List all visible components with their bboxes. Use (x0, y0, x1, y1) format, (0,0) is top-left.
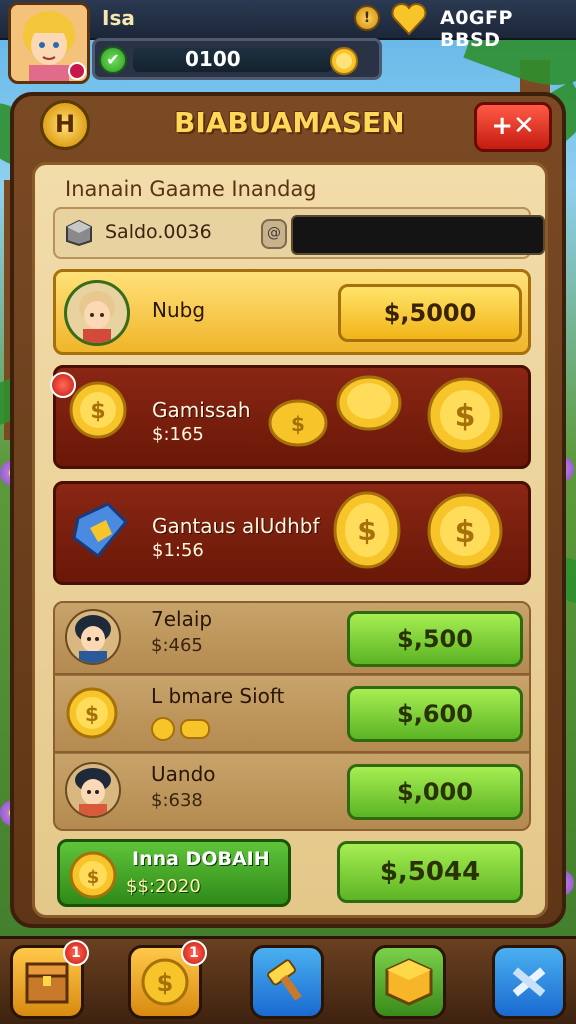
panel-title: BIABUAMASEN (174, 106, 405, 139)
player-portrait-icon (11, 5, 87, 81)
svg-text:$: $ (291, 412, 305, 436)
gem-box-icon (72, 502, 129, 559)
character-name: L bmare Sioft (151, 684, 285, 708)
hammer-icon (267, 959, 302, 1001)
offer-name: Gantaus alUdhbf (152, 514, 320, 538)
nav-badge: 1 (181, 940, 207, 966)
coin-icon: $ (427, 493, 503, 569)
offer-name: Gamissah (152, 398, 251, 422)
nav-box-button[interactable] (372, 945, 446, 1019)
buy-button[interactable]: $,600 (347, 686, 523, 742)
bundle-card[interactable]: $ Inna DOBAIH $$:2020 (57, 839, 291, 907)
character-name: 7elaip (151, 607, 213, 631)
svg-text:$: $ (157, 969, 174, 997)
offer-row-featured[interactable]: Nubg $,5000 (53, 269, 531, 355)
character-portrait-icon (75, 768, 111, 816)
offer-name: Nubg (152, 298, 206, 322)
avatar (65, 762, 121, 818)
buy-button[interactable]: $,500 (347, 611, 523, 667)
nav-chest-button[interactable]: 1 (10, 940, 89, 1019)
heart-icon (391, 3, 427, 36)
offer-row-coins[interactable]: $ Gamissah $:165 $ $ (50, 365, 531, 469)
buy-button[interactable]: $,5000 (338, 284, 522, 342)
character-sub: $:638 (151, 790, 203, 811)
coin-icon: $ (333, 491, 401, 569)
coin-stack-icon: $ (268, 399, 328, 447)
checkmark-icon: ✔ (99, 46, 127, 74)
buy-button[interactable]: $,000 (347, 764, 523, 820)
currency-display: A0GFP BBSD (440, 7, 513, 51)
coin-icon: $ (427, 377, 503, 453)
lock-icon: @ (261, 219, 287, 249)
coin-icon: $ (66, 687, 118, 739)
bundle-sub: $$:2020 (126, 876, 201, 897)
bottom-nav: 1 $ 1 (0, 936, 576, 1024)
bundle-buy-button[interactable]: $,5044 (337, 841, 523, 903)
avatar (65, 609, 121, 665)
xp-value: 0100 (185, 47, 241, 71)
saldo-label: Saldo.0036 (105, 221, 212, 243)
character-portrait-icon (67, 283, 127, 343)
avatar (64, 280, 130, 346)
svg-text:$: $ (357, 514, 376, 547)
character-portrait-icon (75, 615, 111, 663)
player-avatar[interactable] (8, 2, 90, 84)
coin-icon: $ (69, 851, 117, 899)
coin-icon (336, 375, 402, 431)
saldo-row: Saldo.0036 @ (53, 207, 545, 259)
info-icon[interactable]: ! (354, 5, 380, 31)
coin-icon (330, 47, 358, 75)
nav-badge: 1 (63, 940, 89, 966)
svg-text:$: $ (90, 399, 105, 424)
offer-sub: $1:56 (152, 540, 204, 561)
bundle-title: Inna DOBAIH (132, 848, 270, 870)
saldo-input[interactable] (291, 215, 545, 255)
tools-icon (512, 967, 546, 997)
nav-coin-button[interactable]: $ 1 (128, 940, 207, 1019)
svg-text:$: $ (87, 867, 100, 888)
panel-subtitle: Inanain Gaame Inandag (65, 177, 317, 201)
nav-hammer-button[interactable] (250, 945, 324, 1019)
panel-content: Inanain Gaame Inandag Saldo.0036 @ Nubg … (32, 162, 548, 918)
character-row[interactable]: Uando $:638 $,000 (53, 753, 531, 831)
svg-text:$: $ (85, 702, 99, 726)
svg-text:$: $ (455, 515, 476, 550)
coin-stack-icon (151, 717, 210, 741)
panel-header: H BIABUAMASEN +✕ (14, 96, 562, 168)
close-button[interactable]: +✕ (474, 102, 552, 152)
box-icon (385, 958, 433, 1006)
nav-tools-button[interactable] (492, 945, 566, 1019)
shop-panel: H BIABUAMASEN +✕ Inanain Gaame Inandag S… (10, 92, 566, 928)
character-row[interactable]: 7elaip $:465 $,500 (53, 601, 531, 675)
character-sub: $:465 (151, 635, 203, 656)
coin-icon: $ (69, 381, 127, 439)
offer-row-gems[interactable]: Gantaus alUdhbf $1:56 $ $ (53, 481, 531, 585)
help-button[interactable]: H (40, 100, 90, 150)
character-name: Uando (151, 762, 216, 786)
cube-icon (66, 219, 92, 247)
offer-sub: $:165 (152, 424, 204, 445)
player-name: Isa (102, 6, 135, 30)
svg-text:$: $ (455, 399, 476, 434)
xp-bar: ✔ 0100 (92, 38, 382, 80)
character-row[interactable]: $ L bmare Sioft $,600 (53, 675, 531, 753)
